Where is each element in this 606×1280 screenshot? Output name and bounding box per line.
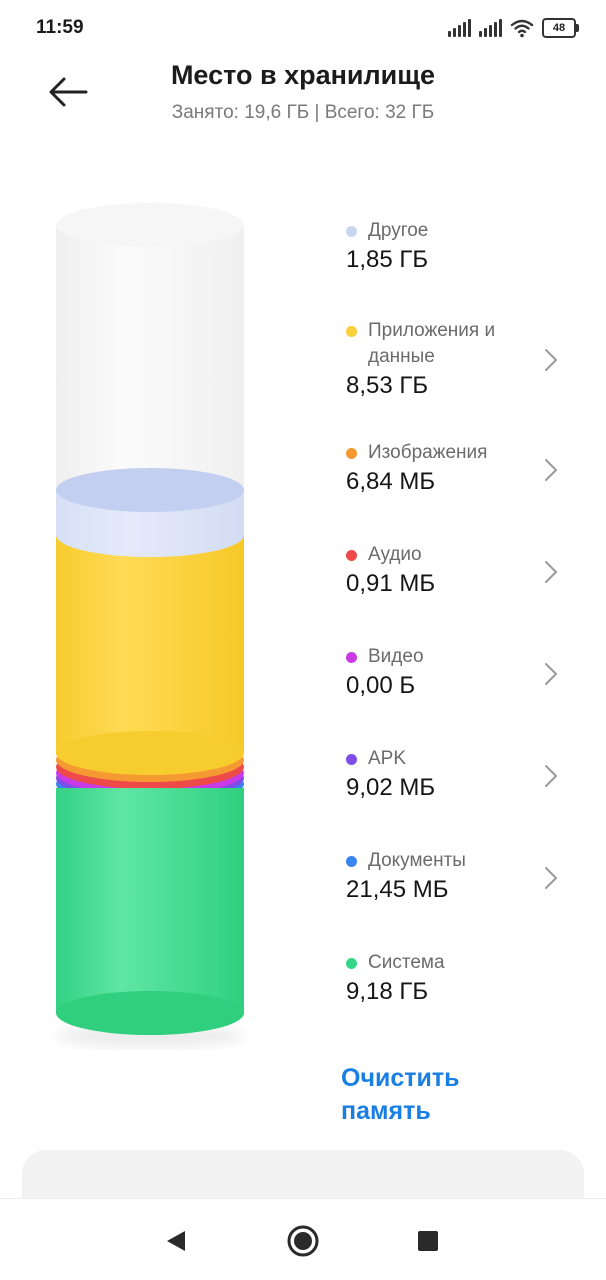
cylinder-segment-system (56, 788, 244, 1035)
cylinder-segment-apps (56, 513, 244, 755)
legend-item-system: Система 9,18 ГБ (340, 950, 570, 1006)
page-title: Место в хранилище (170, 60, 436, 90)
chevron-right-icon (545, 765, 557, 787)
legend-value: 9,02 МБ (346, 774, 436, 801)
nav-home-button[interactable] (283, 1221, 323, 1261)
square-recents-icon (418, 1231, 438, 1251)
signal-icon (448, 19, 471, 37)
wifi-icon (510, 19, 534, 38)
status-bar: 11:59 48 (0, 0, 606, 60)
legend-dot (346, 652, 357, 663)
legend-label: APK (368, 748, 407, 769)
signal-icon (479, 19, 502, 37)
legend-item-video[interactable]: Видео 0,00 Б (340, 644, 570, 700)
legend-value: 0,00 Б (346, 672, 416, 699)
legend-item-images[interactable]: Изображения 6,84 МБ (340, 440, 570, 496)
chevron-right-icon (545, 663, 557, 685)
legend-dot (346, 958, 357, 969)
nav-back-button[interactable] (156, 1221, 196, 1261)
legend-dot (346, 326, 357, 337)
chevron-right-icon (545, 867, 557, 889)
legend-item-apk[interactable]: APK 9,02 МБ (340, 746, 570, 802)
legend-value: 1,85 ГБ (346, 246, 429, 273)
legend-label: Документы (368, 850, 466, 871)
legend-label: Система (368, 952, 445, 973)
legend-value: 9,18 ГБ (346, 978, 429, 1005)
status-icons: 48 (448, 18, 579, 38)
chevron-right-icon (545, 459, 557, 481)
legend-item-audio[interactable]: Аудио 0,91 МБ (340, 542, 570, 598)
chevron-right-icon (545, 561, 557, 583)
navigation-bar (0, 1198, 606, 1280)
triangle-back-icon (167, 1231, 185, 1251)
legend-label: Видео (368, 646, 424, 667)
legend-dot (346, 226, 357, 237)
storage-summary: Занято: 19,6 ГБ | Всего: 32 ГБ (171, 102, 435, 123)
legend-item-other: Другое 1,85 ГБ (340, 218, 570, 274)
legend-value: 6,84 МБ (346, 468, 436, 495)
legend-dot (346, 448, 357, 459)
cylinder-segment-free (56, 203, 244, 490)
legend-dot (346, 856, 357, 867)
legend-dot (346, 550, 357, 561)
legend-label: Другое (368, 220, 429, 241)
legend-label: Приложения и данные (368, 320, 496, 367)
legend-value: 0,91 МБ (346, 570, 436, 597)
legend-item-apps[interactable]: Приложения и данные 8,53 ГБ (340, 318, 570, 400)
circle-home-icon (287, 1225, 319, 1257)
chevron-right-icon (545, 349, 557, 371)
legend-label: Аудио (368, 544, 422, 565)
status-time: 11:59 (36, 17, 84, 38)
legend-value: 8,53 ГБ (346, 372, 429, 399)
storage-cylinder-chart (56, 203, 244, 1048)
legend-value: 21,45 МБ (346, 876, 449, 903)
legend-item-documents[interactable]: Документы 21,45 МБ (340, 848, 570, 904)
nav-recents-button[interactable] (408, 1221, 448, 1261)
legend-dot (346, 754, 357, 765)
battery-icon: 48 (542, 18, 579, 38)
storage-screen: 11:59 48 Место в хранилище Занято: 19,6 … (0, 0, 606, 1280)
legend-label: Изображения (368, 442, 488, 463)
clear-memory-button[interactable]: Очистить память (341, 1062, 541, 1128)
